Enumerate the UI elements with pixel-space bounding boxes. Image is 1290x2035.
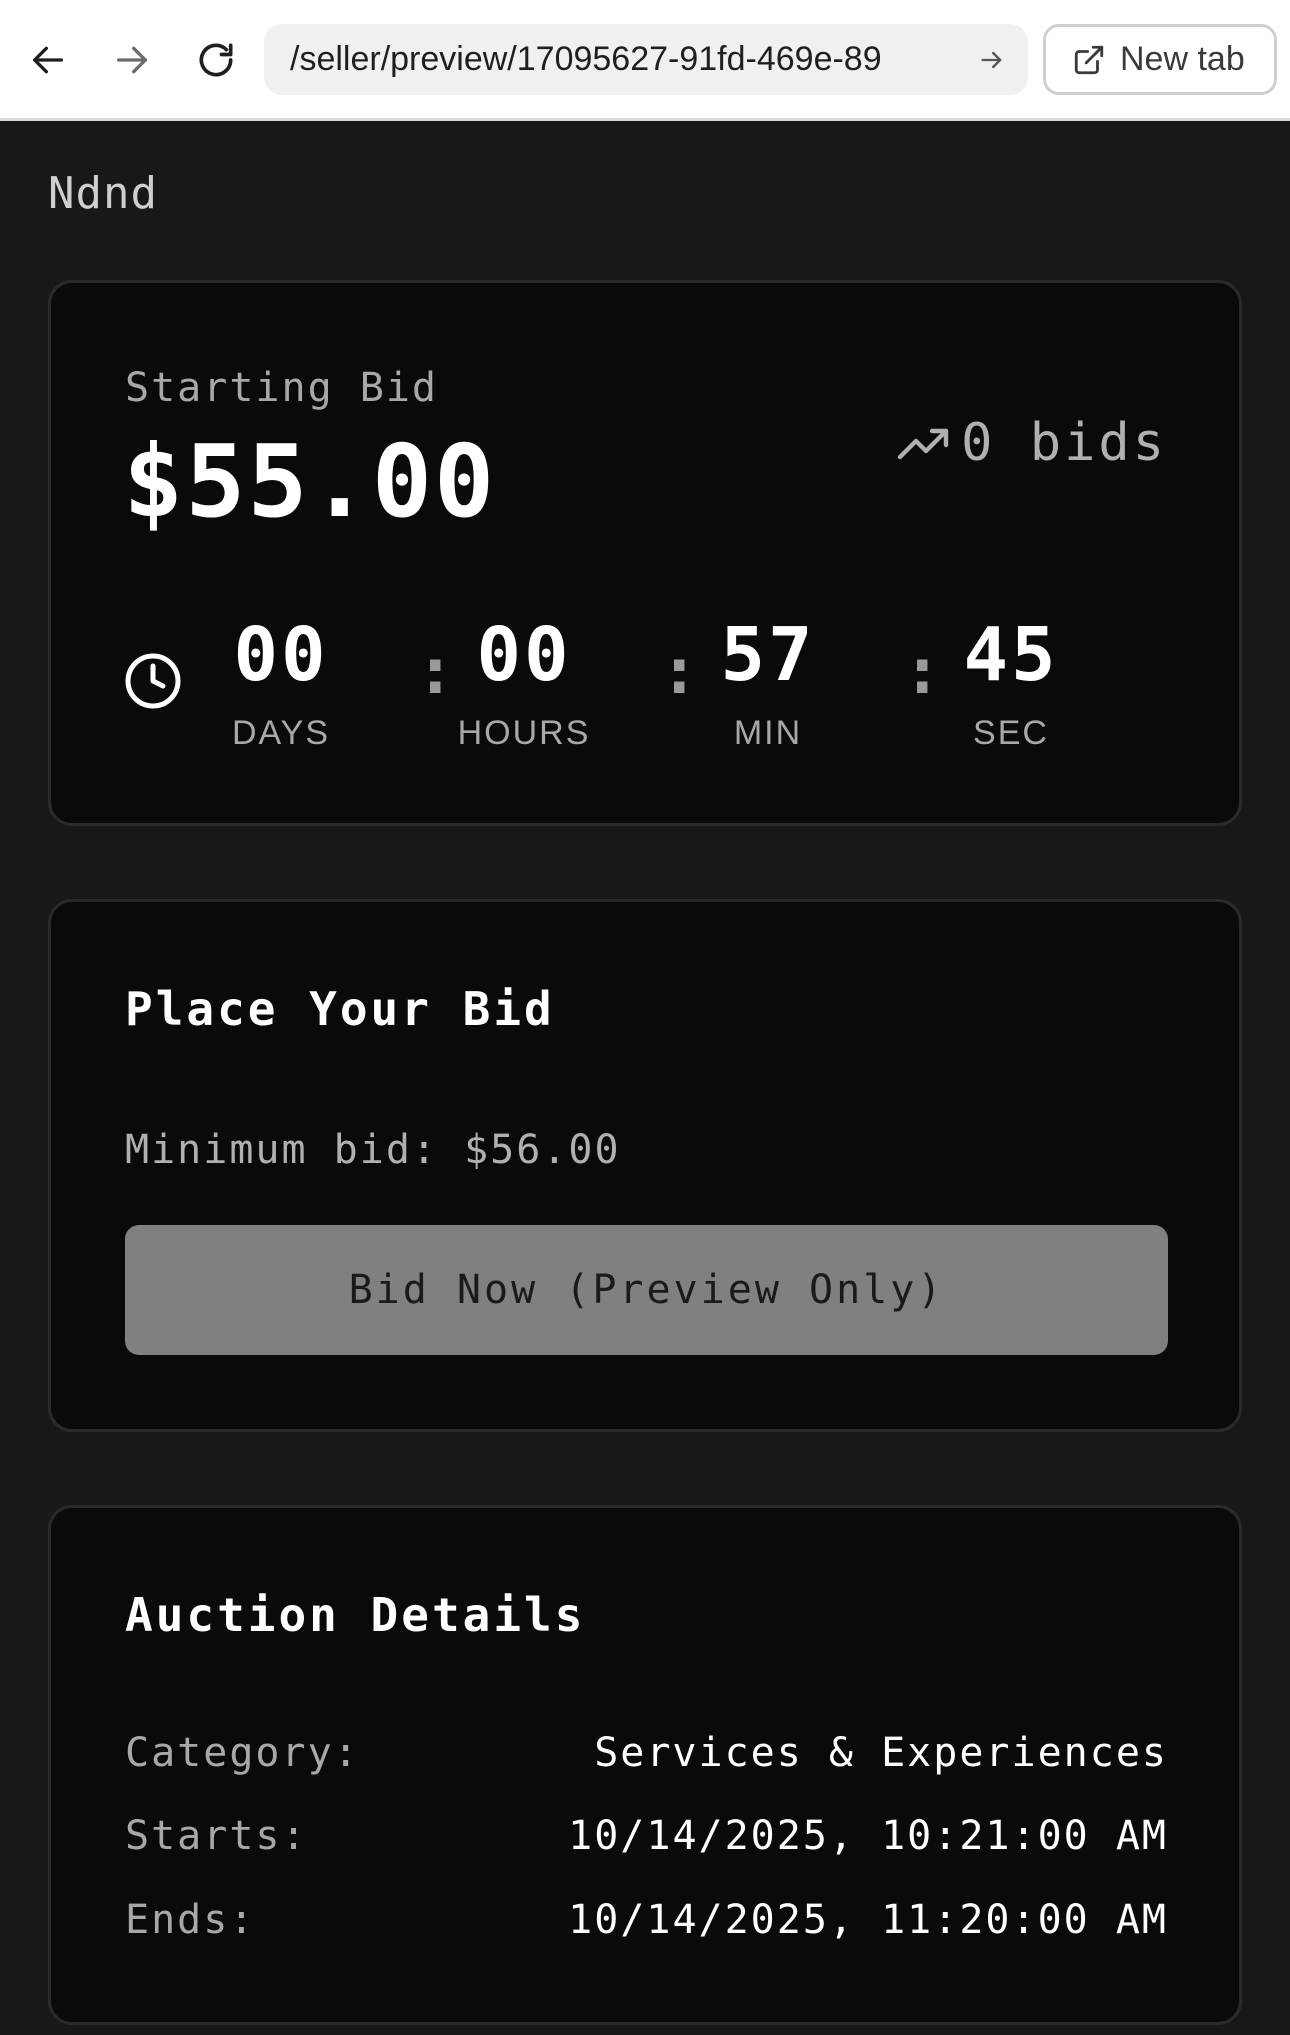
countdown-minutes-value: 57: [720, 612, 816, 698]
place-bid-title: Place Your Bid: [125, 982, 555, 1036]
new-tab-button[interactable]: New tab: [1043, 24, 1277, 95]
bid-now-button[interactable]: Bid Now (Preview Only): [125, 1225, 1168, 1355]
detail-label: Category:: [125, 1730, 360, 1776]
forward-arrow-icon: [117, 46, 147, 74]
countdown-days-label: DAYS: [231, 714, 331, 752]
detail-value: 10/14/2025, 11:20:00 AM: [568, 1897, 1168, 1943]
detail-value: Services & Experiences: [594, 1730, 1168, 1776]
countdown-days: 00 DAYS: [206, 618, 356, 753]
external-link-icon: [1074, 45, 1104, 74]
address-bar[interactable]: /seller/preview/17095627-91fd-469e-89: [264, 24, 1028, 95]
back-arrow-icon: [33, 46, 63, 74]
back-button[interactable]: [26, 28, 70, 92]
go-arrow-icon[interactable]: [978, 46, 1006, 74]
countdown-minutes: 57 MIN: [693, 618, 843, 753]
minimum-bid-text: Minimum bid: $56.00: [125, 1127, 621, 1173]
auction-details-title: Auction Details: [125, 1588, 586, 1642]
trending-up-icon: [897, 428, 949, 460]
detail-row-category: Category: Services & Experiences: [125, 1730, 1168, 1776]
auction-details-card: Auction Details Category: Services & Exp…: [48, 1505, 1242, 2025]
starting-bid-label: Starting Bid: [125, 365, 438, 411]
countdown-days-value: 00: [233, 612, 329, 698]
countdown-seconds-value: 45: [963, 612, 1059, 698]
starting-bid-value: $55.00: [123, 423, 497, 540]
detail-row-ends: Ends: 10/14/2025, 11:20:00 AM: [125, 1897, 1168, 1943]
bids-count: 0 bids: [895, 413, 1167, 473]
place-bid-card: Place Your Bid Minimum bid: $56.00 Bid N…: [48, 899, 1242, 1432]
countdown-hours-label: HOURS: [457, 714, 591, 752]
bids-count-text: 0 bids: [961, 413, 1167, 473]
reload-icon: [199, 43, 233, 77]
countdown-seconds: 45 SEC: [936, 618, 1086, 753]
clock-icon: [125, 653, 181, 709]
countdown-hours-value: 00: [476, 612, 572, 698]
detail-row-starts: Starts: 10/14/2025, 10:21:00 AM: [125, 1813, 1168, 1859]
detail-label: Starts:: [125, 1813, 308, 1859]
countdown-hours: 00 HOURS: [449, 618, 599, 753]
new-tab-label: New tab: [1120, 40, 1245, 78]
reload-button[interactable]: [194, 28, 238, 92]
browser-toolbar: /seller/preview/17095627-91fd-469e-89 Ne…: [0, 0, 1290, 121]
detail-value: 10/14/2025, 10:21:00 AM: [568, 1813, 1168, 1859]
detail-label: Ends:: [125, 1897, 256, 1943]
countdown-seconds-label: SEC: [973, 714, 1049, 752]
countdown-minutes-label: MIN: [733, 714, 803, 752]
url-text: /seller/preview/17095627-91fd-469e-89: [290, 40, 882, 78]
item-title: Ndnd: [48, 168, 158, 219]
bid-summary-card: Starting Bid $55.00 0 bids 00 DAYS : 00 …: [48, 280, 1242, 826]
forward-button[interactable]: [110, 28, 154, 92]
